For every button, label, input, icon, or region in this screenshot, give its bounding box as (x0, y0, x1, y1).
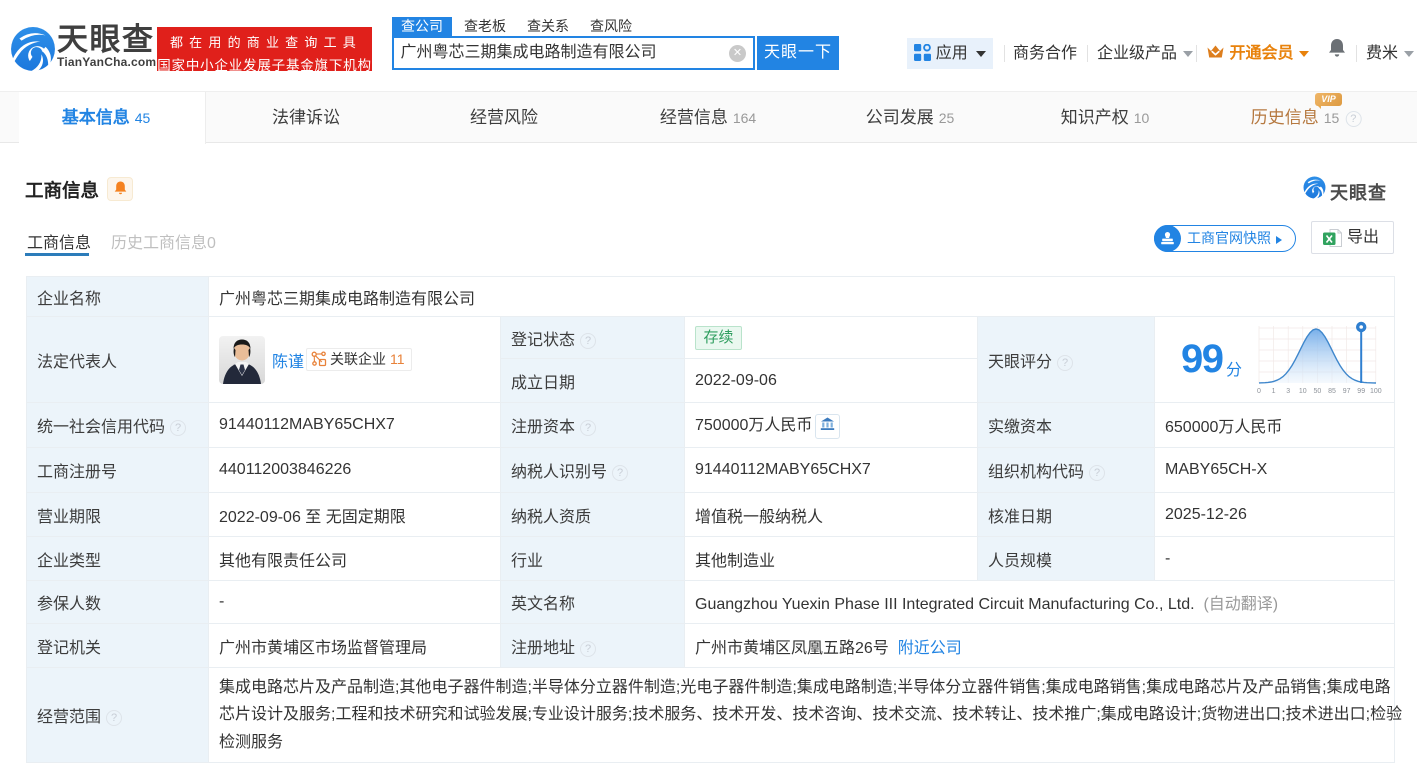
svg-text:100: 100 (1370, 388, 1382, 395)
svg-text:85: 85 (1328, 388, 1336, 395)
svg-text:3: 3 (1286, 388, 1290, 395)
svg-text:1: 1 (1272, 388, 1276, 395)
svg-text:50: 50 (1314, 388, 1322, 395)
svg-text:99: 99 (1357, 388, 1365, 395)
svg-text:97: 97 (1343, 388, 1351, 395)
svg-text:0: 0 (1257, 388, 1261, 395)
svg-text:10: 10 (1299, 388, 1307, 395)
